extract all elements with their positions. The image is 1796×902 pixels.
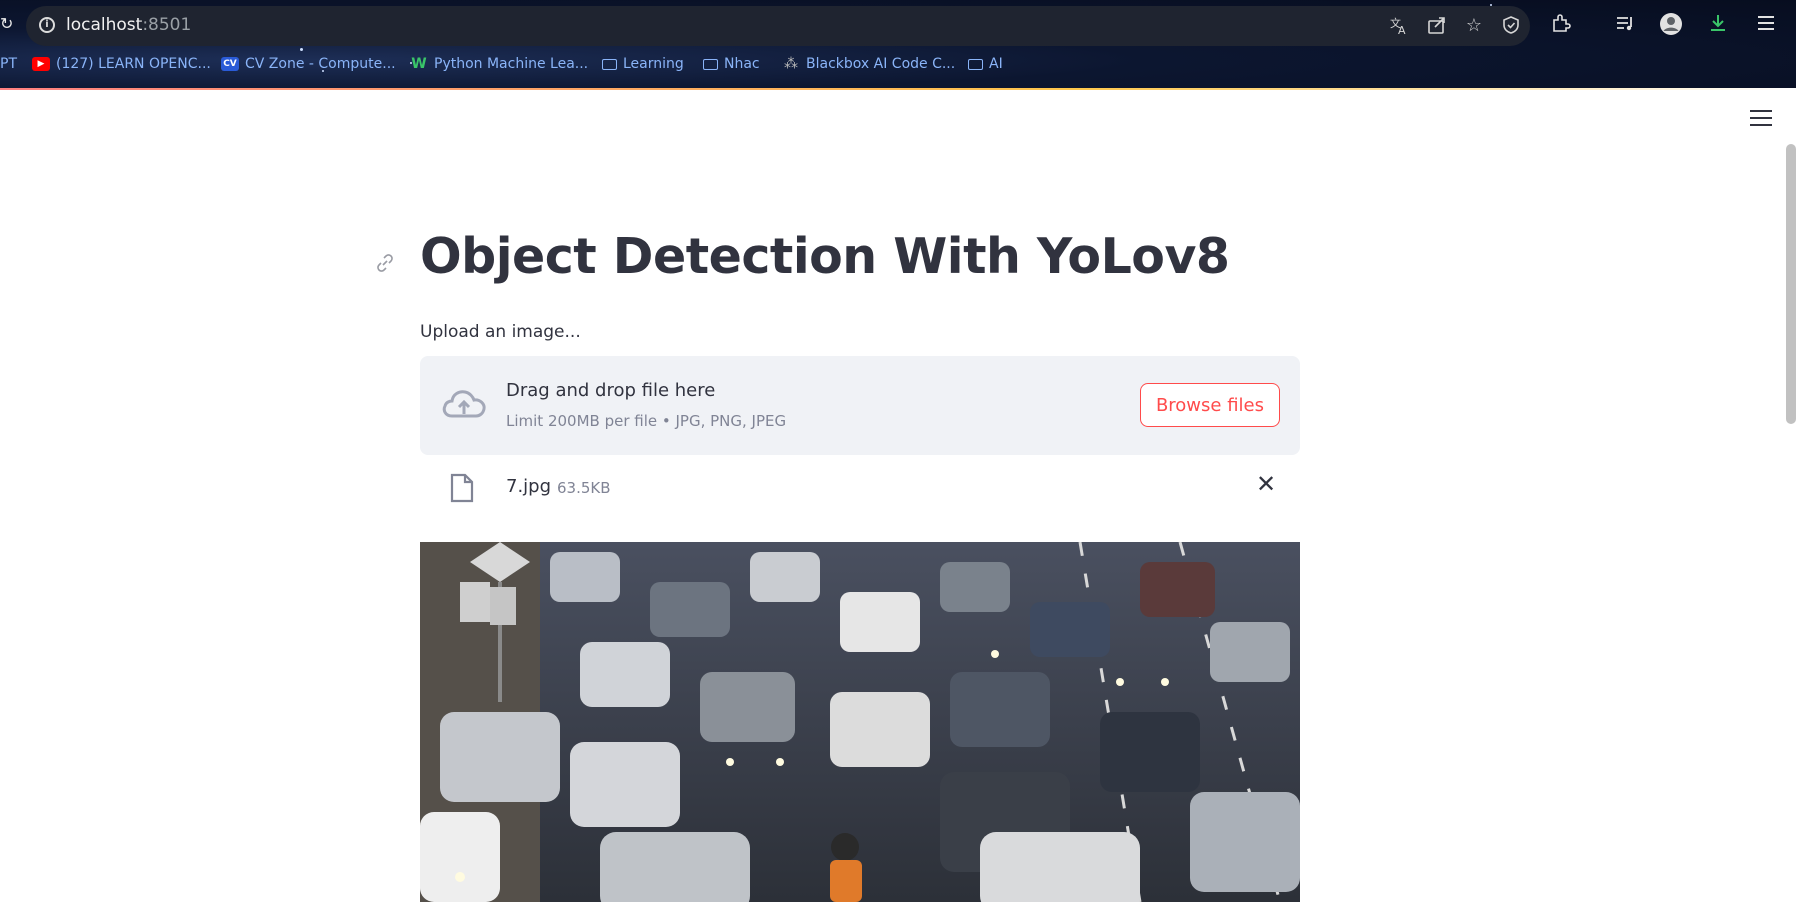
bookmark-label: PT [0,56,17,72]
dropzone-limit-text: Limit 200MB per file • JPG, PNG, JPEG [506,412,787,430]
app-page: Object Detection With YoLov8 Upload an i… [0,88,1796,902]
profile-avatar-icon[interactable] [1658,12,1684,38]
download-icon[interactable] [1705,12,1731,38]
bookmark-item[interactable]: CV CV Zone - Compute... [221,56,396,72]
browse-files-button[interactable]: Browse files [1139,383,1280,427]
bookmark-label: AI [989,56,1003,72]
bookmark-label: Learning [623,56,684,72]
uploader-label: Upload an image... [420,322,581,342]
bookmark-item[interactable]: ⁂ Blackbox AI Code C... [782,56,955,72]
bookmark-item[interactable]: PT [0,56,17,72]
app-menu-icon[interactable] [1750,110,1772,131]
bookmark-item[interactable]: Nhac [703,56,760,72]
bookmark-label: Blackbox AI Code C... [806,56,956,72]
uploaded-image-preview [420,542,1300,902]
bookmark-label: (127) LEARN OPENC... [56,56,211,72]
bookmark-label: Nhac [724,56,760,72]
bookmark-label: CV Zone - Compute... [245,56,396,72]
bookmark-item[interactable]: AI [968,56,1003,72]
bookmark-item[interactable]: W Python Machine Lea... [410,56,588,72]
extensions-icon[interactable] [1548,12,1574,38]
page-scrollbar[interactable] [1786,144,1796,424]
file-icon [450,473,474,503]
file-name: 7.jpg [506,476,552,497]
reload-icon[interactable]: ↻ [0,14,13,33]
cv-icon: CV [221,57,239,71]
remove-file-icon[interactable]: ✕ [1252,470,1280,498]
translate-icon[interactable]: 文A [1388,15,1410,37]
shield-extension-icon[interactable] [1500,15,1522,37]
background-star [300,48,303,51]
address-bar[interactable]: i localhost:8501 文A ☆ [26,6,1530,46]
bookmark-label: Python Machine Lea... [434,56,589,72]
media-queue-icon[interactable] [1612,12,1638,38]
bookmark-item[interactable]: Learning [602,56,684,72]
bookmark-star-icon[interactable]: ☆ [1463,15,1485,37]
browser-chrome: ↻ i localhost:8501 文A ☆ PT ▶ (127) LEARN… [0,0,1796,88]
url-host: localhost [66,15,143,35]
youtube-icon: ▶ [32,57,50,71]
cloud-upload-icon [442,390,486,418]
bookmark-item[interactable]: ▶ (127) LEARN OPENC... [32,56,211,72]
blackbox-icon: ⁂ [784,56,798,72]
url-port: :8501 [142,15,192,35]
folder-icon [968,58,983,70]
file-size: 63.5KB [557,479,611,497]
traffic-image [420,542,1300,902]
anchor-link-icon[interactable] [374,252,396,274]
folder-icon [703,58,718,70]
browser-menu-icon[interactable] [1753,12,1779,38]
file-dropzone[interactable]: Drag and drop file here Limit 200MB per … [420,356,1300,455]
dropzone-instructions: Drag and drop file here [506,380,716,401]
uploaded-file-row: 7.jpg 63.5KB ✕ [420,470,1300,526]
top-decoration-line [0,88,1796,90]
w-icon: W [411,56,427,72]
svg-text:A: A [1398,24,1406,35]
url-text[interactable]: localhost:8501 [66,15,191,35]
folder-icon [602,58,617,70]
page-title: Object Detection With YoLov8 [420,228,1230,285]
site-info-icon[interactable]: i [39,17,55,33]
share-icon[interactable] [1426,15,1448,37]
